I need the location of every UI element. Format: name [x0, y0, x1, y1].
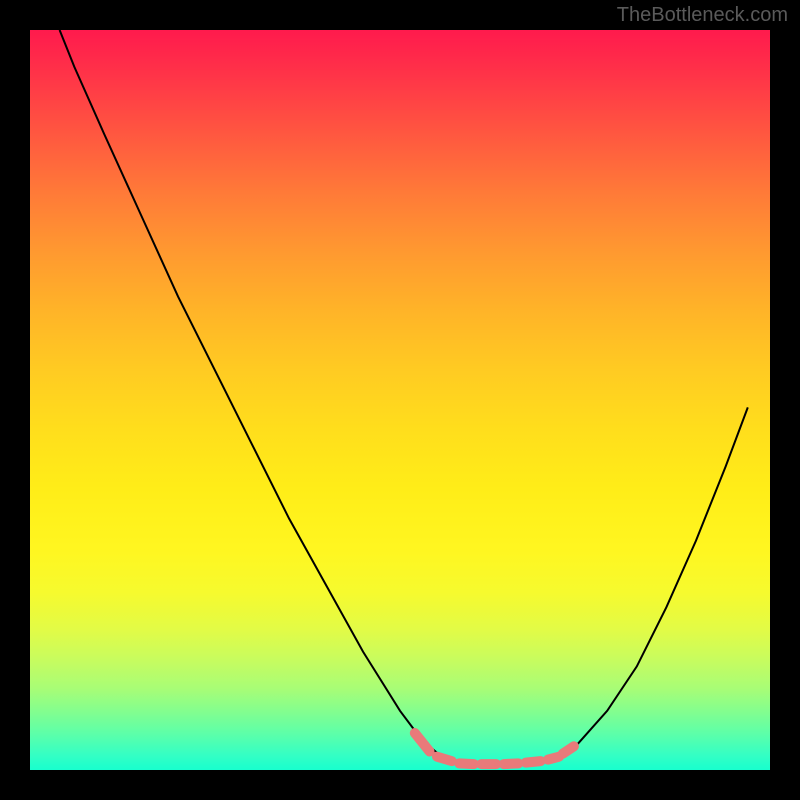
- flat-zone-segment: [504, 763, 519, 764]
- plot-area: [30, 30, 770, 770]
- flat-zone-markers: [415, 733, 574, 764]
- chart-svg: [30, 30, 770, 770]
- curve-line: [60, 30, 748, 764]
- watermark-text: TheBottleneck.com: [617, 4, 788, 27]
- flat-zone-segment: [563, 746, 574, 753]
- flat-zone-segment: [548, 757, 559, 760]
- flat-zone-segment: [437, 757, 452, 761]
- flat-zone-segment: [459, 763, 474, 764]
- flat-zone-segment: [526, 761, 541, 762]
- flat-zone-segment: [415, 733, 430, 752]
